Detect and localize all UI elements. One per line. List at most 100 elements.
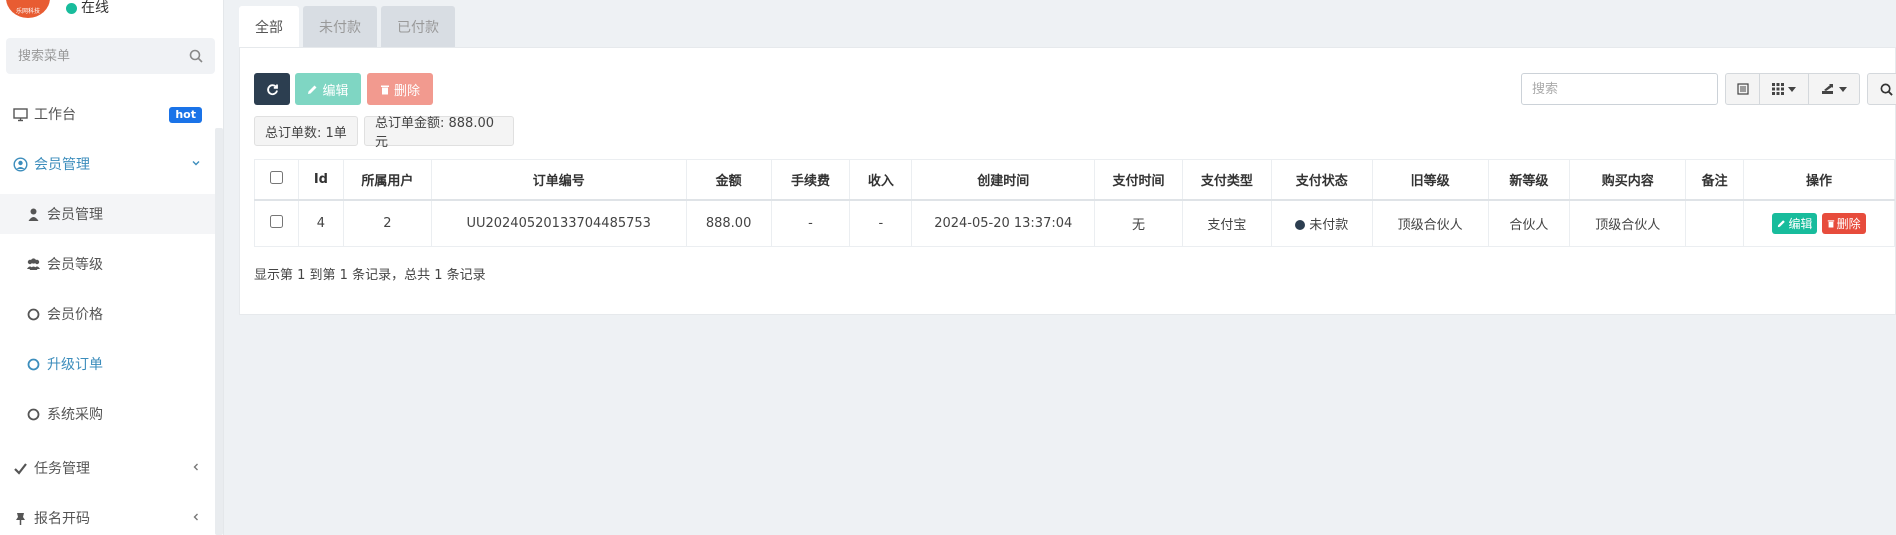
refresh-icon — [266, 83, 278, 95]
main-content: 全部 未付款 已付款 编辑 删除 总订单数: 1单 总订单金额: 888.00元 — [224, 0, 1896, 535]
cell-id: 4 — [297, 199, 344, 247]
sidebar-item-sub-member-mgmt[interactable]: 会员管理 — [0, 194, 215, 234]
online-status-dot — [66, 3, 77, 14]
pencil-icon — [1778, 219, 1786, 227]
search-button[interactable] — [1867, 73, 1896, 105]
cell-operations: 编辑 删除 — [1743, 199, 1895, 247]
col-header[interactable]: 收入 — [849, 159, 913, 201]
sidebar-item-label: 会员等级 — [47, 257, 103, 273]
edit-button[interactable]: 编辑 — [295, 73, 361, 105]
table-row: 4 2 UU20240520133704485753 888.00 - - 20… — [254, 199, 1895, 247]
menu-search-input[interactable] — [6, 38, 186, 74]
list-icon — [1736, 83, 1749, 95]
user-icon — [28, 208, 39, 221]
orders-panel: 编辑 删除 总订单数: 1单 总订单金额: 888.00元 Id — [239, 47, 1896, 315]
cell-pay-type: 支付宝 — [1181, 199, 1272, 247]
pay-status-text: 未付款 — [1309, 217, 1349, 233]
col-header[interactable]: 创建时间 — [911, 159, 1096, 201]
tab-unpaid[interactable]: 未付款 — [303, 6, 377, 47]
sidebar-item-member-mgmt[interactable]: 会员管理 — [0, 144, 215, 184]
cell-pay-status: 未付款 — [1270, 199, 1373, 247]
grid-icon — [1772, 83, 1784, 95]
delete-button[interactable]: 删除 — [367, 73, 433, 105]
select-all-cell — [254, 159, 299, 201]
tab-all[interactable]: 全部 — [239, 6, 299, 47]
cell-income: - — [849, 199, 913, 247]
circle-outline-icon — [27, 408, 40, 421]
col-header[interactable]: 所属用户 — [342, 159, 432, 201]
user-panel: 乐网科技 在线 — [0, 0, 215, 30]
select-all-checkbox[interactable] — [269, 170, 283, 184]
sidebar-item-label: 会员管理 — [34, 157, 90, 173]
col-header[interactable]: 备注 — [1685, 159, 1745, 201]
chevron-left-icon — [193, 463, 198, 471]
row-checkbox[interactable] — [269, 214, 283, 228]
cell-amount: 888.00 — [685, 199, 772, 247]
row-delete-button[interactable]: 删除 — [1821, 212, 1866, 234]
caret-down-icon — [1788, 86, 1796, 92]
online-status-text: 在线 — [81, 0, 109, 16]
caret-down-icon — [1839, 86, 1847, 92]
avatar[interactable]: 乐网科技 — [6, 0, 50, 18]
edit-button-label: 编辑 — [322, 83, 349, 99]
sidebar-scrollbar[interactable] — [215, 128, 223, 535]
users-icon — [27, 258, 40, 270]
search-icon[interactable] — [189, 49, 203, 63]
sidebar-item-label: 任务管理 — [34, 461, 90, 477]
menu-search — [6, 38, 215, 74]
row-edit-button[interactable]: 编辑 — [1772, 212, 1818, 234]
pencil-icon — [308, 85, 317, 94]
col-header: 操作 — [1743, 159, 1895, 201]
refresh-button[interactable] — [254, 73, 290, 105]
monitor-icon — [13, 108, 28, 122]
sidebar-item-dashboard[interactable]: 工作台 hot — [0, 94, 215, 134]
cell-paid-time: 无 — [1094, 199, 1183, 247]
col-header[interactable]: 旧等级 — [1371, 159, 1489, 201]
user-circle-icon — [13, 157, 28, 172]
table-search-input[interactable] — [1521, 73, 1718, 105]
hot-badge: hot — [169, 107, 202, 123]
sidebar-item-task-mgmt[interactable]: 任务管理 — [0, 448, 215, 488]
col-header[interactable]: 购买内容 — [1569, 159, 1687, 201]
sidebar-item-label: 会员价格 — [47, 307, 103, 323]
sidebar-item-label: 升级订单 — [47, 357, 103, 373]
sidebar-item-label: 会员管理 — [47, 207, 103, 223]
cell-fee: - — [770, 199, 851, 247]
col-header[interactable]: 订单编号 — [430, 159, 687, 201]
row-delete-label: 删除 — [1836, 216, 1861, 231]
sidebar: 乐网科技 在线 工作台 hot 会员管理 会员管理 会员等级 会员价格 升级订单… — [0, 0, 224, 535]
status-dot-icon — [1295, 219, 1306, 230]
sidebar-item-member-price[interactable]: 会员价格 — [0, 294, 215, 334]
sidebar-item-upgrade-order[interactable]: 升级订单 — [0, 344, 215, 384]
cell-content: 顶级合伙人 — [1569, 199, 1687, 247]
sidebar-item-system-purchase[interactable]: 系统采购 — [0, 394, 215, 434]
col-header[interactable]: Id — [297, 159, 344, 201]
check-icon — [14, 463, 27, 475]
total-order-amount: 总订单金额: 888.00元 — [364, 116, 514, 150]
cell-created: 2024-05-20 13:37:04 — [911, 199, 1096, 247]
col-header[interactable]: 支付类型 — [1181, 159, 1272, 201]
delete-button-label: 删除 — [393, 83, 420, 99]
status-tabs: 全部 未付款 已付款 — [239, 6, 455, 47]
cell-new-level: 合伙人 — [1487, 199, 1571, 247]
pagination-info: 显示第 1 到第 1 条记录，总共 1 条记录 — [254, 268, 486, 283]
trash-icon — [380, 85, 389, 94]
col-header[interactable]: 新等级 — [1487, 159, 1571, 201]
export-icon — [1822, 84, 1833, 94]
col-header[interactable]: 支付时间 — [1094, 159, 1183, 201]
col-header[interactable]: 手续费 — [770, 159, 851, 201]
sidebar-item-member-level[interactable]: 会员等级 — [0, 244, 215, 284]
columns-button[interactable] — [1759, 73, 1809, 105]
col-header[interactable]: 支付状态 — [1270, 159, 1373, 201]
sidebar-item-label: 系统采购 — [47, 407, 103, 423]
cell-order-no: UU20240520133704485753 — [430, 199, 687, 247]
col-header[interactable]: 金额 — [685, 159, 772, 201]
tab-paid[interactable]: 已付款 — [381, 6, 455, 47]
total-order-count: 总订单数: 1单 — [254, 116, 358, 146]
search-icon — [1880, 83, 1893, 96]
cell-old-level: 顶级合伙人 — [1371, 199, 1489, 247]
toggle-view-button[interactable] — [1725, 73, 1760, 105]
export-button[interactable] — [1808, 73, 1860, 105]
sidebar-item-signup[interactable]: 报名开码 — [0, 498, 215, 535]
pin-icon — [16, 513, 25, 525]
